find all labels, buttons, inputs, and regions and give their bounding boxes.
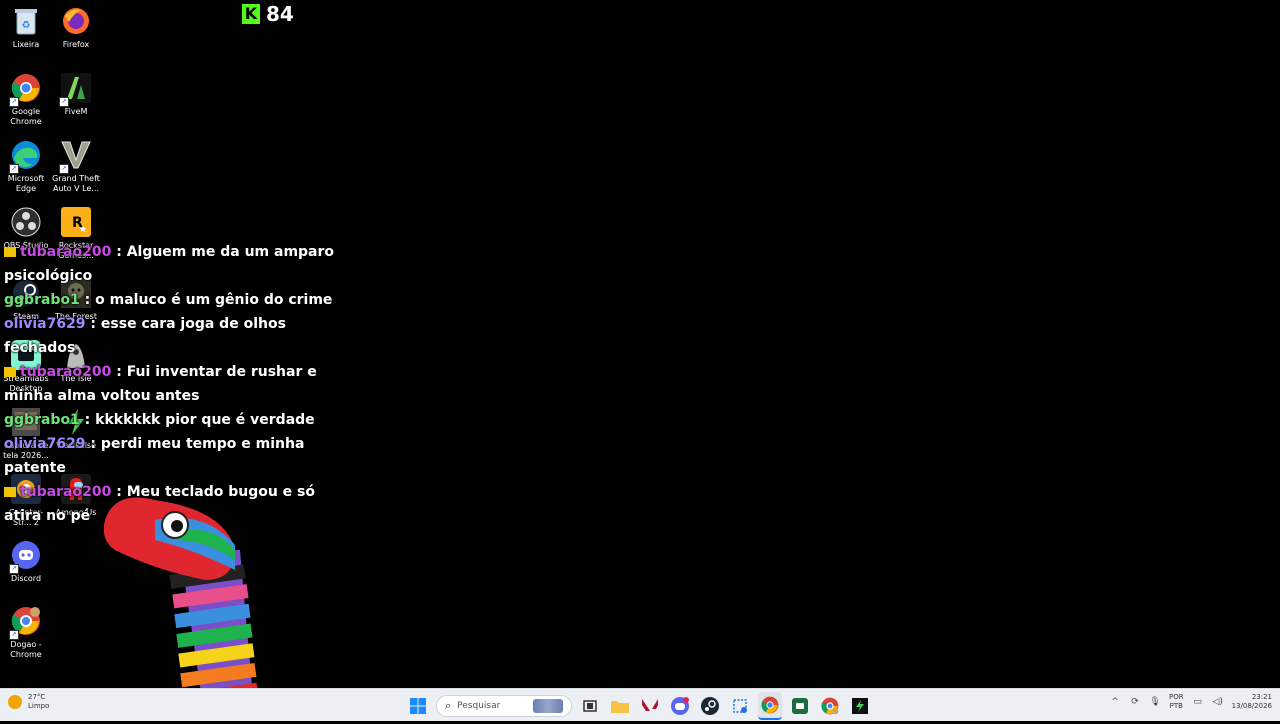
kick-viewer-counter: K 84 [242,2,294,26]
taskbar-search[interactable]: ⌕ Pesquisar [436,695,572,717]
crown-badge-icon [4,487,16,497]
icon-label: FiveM [64,107,88,116]
folder-icon [611,701,629,713]
search-icon: ⌕ [445,699,452,712]
chrome-profile-taskbar-button[interactable] [818,693,842,719]
file-explorer-button[interactable] [608,693,632,719]
icon-label: Microsoft Edge [7,174,45,193]
desktop-icon-gta-v[interactable]: ↗ Grand Theft Auto V Le... [50,138,102,194]
system-tray: ^ ⟳ 🎙 POR PTB ▭ ◁) 23:21 13/08/2026 [1109,693,1272,711]
rockstar-icon: R ★ [59,205,93,239]
icon-label: Firefox [62,40,90,49]
chat-text: o maluco é um gênio do crime [95,292,333,308]
desktop-icon-firefox[interactable]: Firefox [50,4,102,50]
app-taskbar-button[interactable] [788,693,812,719]
shortcut-arrow-icon: ↗ [9,564,19,574]
viewer-count: 84 [266,2,294,26]
network-icon[interactable]: ▭ [1192,696,1204,708]
svg-text:♻: ♻ [22,20,31,31]
sync-icon[interactable]: ⟳ [1129,696,1141,708]
time: 23:21 [1251,693,1272,701]
recycle-bin-icon: ♻ [9,4,43,38]
chrome-profile-icon: ↗ [9,604,43,640]
task-view-button[interactable] [578,693,602,719]
chat-username: olivia7629 [4,316,86,332]
discord-taskbar-button[interactable] [668,693,692,719]
app-icon [792,698,808,714]
chrome-profile-icon [821,697,839,715]
desktop-icon-fivem[interactable]: ↗ FiveM [50,71,102,117]
steam-icon [701,697,719,715]
gta-v-icon: ↗ [59,138,93,174]
chat-username: tubarao200 [20,364,112,380]
obs-icon [9,205,43,239]
firefox-icon [59,4,93,38]
clock[interactable]: 23:21 13/08/2026 [1232,693,1272,711]
icon-label: Discord [10,574,42,583]
chat-username: ggbrabo1 [4,412,80,428]
valorant-button[interactable] [638,693,662,719]
desktop-icon-microsoft-edge[interactable]: ↗ Microsoft Edge [0,138,52,194]
chevron-up-icon[interactable]: ^ [1109,696,1121,708]
icon-label: Lixeira [12,40,40,49]
desktop-icon-lixeira[interactable]: ♻ Lixeira [0,4,52,50]
crown-badge-icon [4,247,16,257]
taskbar-apps: ⌕ Pesquisar [406,692,872,720]
discord-icon [671,697,689,715]
desktop-icon-discord[interactable]: ↗ Discord [0,538,52,584]
chrome-icon [761,696,779,714]
valorant-icon [642,699,658,711]
shortcut-arrow-icon: ↗ [9,630,19,640]
volume-icon[interactable]: ◁) [1212,696,1224,708]
steam-taskbar-button[interactable] [698,693,722,719]
weather-widget[interactable]: 27°C Limpo [8,693,49,711]
fivem-icon: ↗ [59,71,93,107]
shortcut-arrow-icon: ↗ [59,164,69,174]
kick-logo-icon: K [242,4,260,24]
desktop-icon-dogao-chrome[interactable]: ↗ Dogao - Chrome [0,604,52,660]
moon-weather-icon [8,695,22,709]
chat-overlay: tubarao200 : Alguem me da um amparo psic… [4,240,344,528]
weather-temperature: 27°C [28,693,46,701]
crown-badge-icon [4,367,16,377]
chrome-taskbar-button[interactable] [758,692,782,720]
shortcut-arrow-icon: ↗ [9,97,19,107]
chat-message: olivia7629 : esse cara joga de olhos fec… [4,316,286,356]
chat-username: olivia7629 [4,436,86,452]
date: 13/08/2026 [1231,702,1272,710]
desktop-icon-google-chrome[interactable]: ↗ Google Chrome [0,71,52,127]
task-view-icon [583,700,597,712]
svg-text:★: ★ [79,225,87,235]
windows-logo-icon [410,698,426,714]
taskbar: 27°C Limpo ⌕ Pesquisar ^ ⟳ 🎙 POR PTB ▭ ◁… [0,688,1280,721]
discord-icon: ↗ [9,538,43,574]
chat-text: kkkkkkk pior que é verdade [95,412,315,428]
snipping-tool-button[interactable] [728,693,752,719]
chat-username: tubarao200 [20,244,112,260]
chat-message: olivia7629 : perdi meu tempo e minha pat… [4,436,305,476]
chrome-icon: ↗ [9,71,43,107]
chat-message: tubarao200 : Alguem me da um amparo psic… [4,244,335,284]
chat-message: ggbrabo1 : o maluco é um gênio do crime [4,292,333,308]
shortcut-arrow-icon: ↗ [59,97,69,107]
microphone-icon[interactable]: 🎙 [1149,696,1161,708]
icon-label: Dogao - Chrome [10,640,42,659]
terminal-taskbar-button[interactable] [848,693,872,719]
language-indicator[interactable]: POR PTB [1169,693,1184,711]
shortcut-arrow-icon: ↗ [9,164,19,174]
search-placeholder: Pesquisar [457,701,501,711]
icon-label: Google Chrome [10,107,42,126]
chat-message: ggbrabo1 : kkkkkkk pior que é verdade [4,412,315,428]
start-button[interactable] [406,693,430,719]
chat-message: tubarao200 : Fui inventar de rushar e mi… [4,364,317,404]
weather-description: Limpo [28,702,50,710]
snipping-tool-icon [733,699,747,713]
edge-icon: ↗ [9,138,43,174]
icon-label: Grand Theft Auto V Le... [52,174,100,193]
search-highlight-image [533,699,563,713]
lightning-terminal-icon [852,698,868,714]
chat-username: ggbrabo1 [4,292,80,308]
